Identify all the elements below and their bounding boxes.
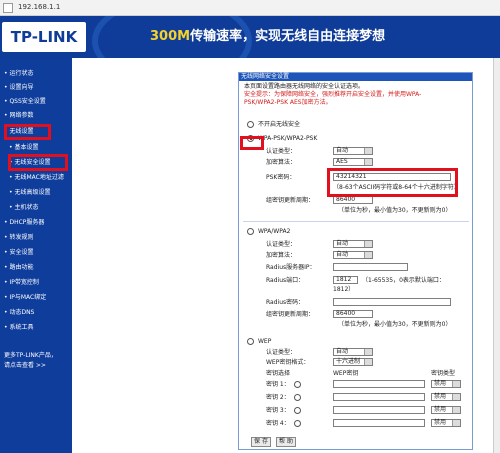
address-bar[interactable]: 192.168.1.1	[0, 0, 500, 16]
wep-format-select[interactable]: 十六进制	[333, 358, 373, 366]
radio-wpa-psk[interactable]	[247, 135, 254, 142]
wpa-port-label: Radius端口：	[266, 277, 305, 284]
label-no-security: 不开启无线安全	[258, 121, 301, 128]
wep-col-type: 密钥类型	[431, 370, 456, 377]
label-wpa-psk: WPA-PSK/WPA2-PSK	[258, 135, 318, 142]
sidebar-item-status[interactable]: • 运行状态	[0, 68, 72, 79]
wpa-port-hint-2: 1812）	[333, 286, 355, 293]
label-wep: WEP	[258, 338, 272, 345]
url-text[interactable]: 192.168.1.1	[18, 2, 60, 13]
radio-wep[interactable]	[247, 338, 254, 345]
sidebar-item-wireless[interactable]: • 无线设置	[0, 126, 72, 137]
wep-key4-input[interactable]	[333, 419, 425, 427]
psk-period-input[interactable]: 86400	[333, 196, 373, 204]
wpa-auth-label: 认证类型：	[266, 241, 297, 248]
wep-key3-radio[interactable]	[294, 407, 301, 414]
wep-key1-type[interactable]: 禁用	[431, 380, 461, 388]
page-icon	[3, 3, 13, 13]
scrollbar[interactable]	[493, 58, 500, 453]
psk-key-hint: （8-63个ASCII码字符或8-64个十六进制字符）	[333, 184, 460, 191]
panel-title: 无线网络安全设置	[239, 73, 472, 81]
intro-text: 本页面设置路由器无线网络的安全认证选项。	[244, 83, 365, 90]
wpa-server-input[interactable]	[333, 263, 408, 271]
psk-period-hint: （单位为秒，最小值为30，不更新则为0）	[338, 207, 452, 214]
wpa-period-hint: （单位为秒，最小值为30，不更新则为0）	[338, 321, 452, 328]
psk-enc-select[interactable]: AES	[333, 158, 373, 166]
psk-period-label: 组密钥更新周期：	[266, 197, 315, 204]
sidebar-item-mac-filter[interactable]: • 无线MAC地址过滤	[0, 172, 72, 183]
wep-key1-radio[interactable]	[294, 381, 301, 388]
header-banner: TP-LINK 300M传输速率，实现无线自由连接梦想	[0, 16, 500, 58]
slogan-text: 传输速率，实现无线自由连接梦想	[190, 29, 386, 44]
sidebar-item-network[interactable]: • 网络参数	[0, 110, 72, 121]
sidebar-item-bandwidth[interactable]: • IP带宽控制	[0, 277, 72, 288]
sidebar-item-security[interactable]: • 安全设置	[0, 247, 72, 258]
psk-key-input[interactable]: 43214321	[333, 173, 451, 181]
wpa-auth-select[interactable]: 自动	[333, 240, 373, 248]
wep-key4-radio[interactable]	[294, 420, 301, 427]
wpa-period-input[interactable]: 86400	[333, 310, 373, 318]
wep-auth-label: 认证类型：	[266, 349, 297, 356]
wep-col-select: 密钥选择	[266, 370, 291, 377]
sidebar-item-ip-mac[interactable]: • IP与MAC绑定	[0, 292, 72, 303]
radio-no-security[interactable]	[247, 121, 254, 128]
sidebar-item-forwarding[interactable]: • 转发规则	[0, 232, 72, 243]
sidebar: • 运行状态 • 设置向导 • QSS安全设置 • 网络参数 • 无线设置 • …	[0, 58, 72, 453]
sidebar-item-advanced[interactable]: • 无线高级设置	[0, 187, 72, 198]
warning-text-1: 安全提示：为保障网络安全，强烈推荐开启安全设置，并使用WPA-	[244, 91, 422, 98]
sidebar-item-wireless-security[interactable]: • 无线安全设置	[0, 157, 72, 168]
wpa-port-input[interactable]: 1812	[333, 276, 358, 284]
wep-format-label: WEP密钥格式：	[266, 359, 310, 366]
wep-col-key: WEP密钥	[333, 370, 359, 377]
divider	[243, 221, 469, 222]
banner-slogan: 300M传输速率，实现无线自由连接梦想	[150, 27, 385, 47]
sidebar-item-routing[interactable]: • 路由功能	[0, 262, 72, 273]
sidebar-item-system[interactable]: • 系统工具	[0, 322, 72, 333]
sidebar-more-link[interactable]: 请点击查看 >>	[0, 360, 72, 371]
wep-key2-label: 密钥 2：	[266, 394, 290, 401]
wep-auth-select[interactable]: 自动	[333, 348, 373, 356]
sidebar-item-wizard[interactable]: • 设置向导	[0, 82, 72, 93]
main-content: 无线网络安全设置 本页面设置路由器无线网络的安全认证选项。 安全提示：为保障网络…	[72, 58, 500, 453]
wep-key2-radio[interactable]	[294, 394, 301, 401]
sidebar-item-ddns[interactable]: • 动态DNS	[0, 307, 72, 318]
psk-enc-label: 加密算法：	[266, 159, 297, 166]
wep-key1-input[interactable]	[333, 380, 425, 388]
label-wpa: WPA/WPA2	[258, 228, 291, 235]
wep-key1-label: 密钥 1：	[266, 381, 290, 388]
psk-key-label: PSK密码：	[266, 174, 296, 181]
radio-wpa[interactable]	[247, 228, 254, 235]
sidebar-item-host-status[interactable]: • 主机状态	[0, 202, 72, 213]
slogan-speed: 300M	[150, 29, 191, 44]
wep-key3-type[interactable]: 禁用	[431, 406, 461, 414]
sidebar-item-qss[interactable]: • QSS安全设置	[0, 96, 72, 107]
psk-auth-label: 认证类型：	[266, 148, 297, 155]
wpa-pass-label: Radius密码：	[266, 299, 305, 306]
wpa-enc-label: 加密算法：	[266, 252, 297, 259]
wep-key3-label: 密钥 3：	[266, 407, 290, 414]
wpa-period-label: 组密钥更新周期：	[266, 311, 315, 318]
sidebar-item-basic[interactable]: • 基本设置	[0, 142, 72, 153]
wpa-server-label: Radius服务器IP：	[266, 264, 316, 271]
wep-key2-type[interactable]: 禁用	[431, 393, 461, 401]
wep-key4-type[interactable]: 禁用	[431, 419, 461, 427]
save-button[interactable]: 保 存	[251, 437, 271, 447]
help-button[interactable]: 帮 助	[276, 437, 296, 447]
wep-key2-input[interactable]	[333, 393, 425, 401]
sidebar-item-dhcp[interactable]: • DHCP服务器	[0, 217, 72, 228]
wep-key4-label: 密钥 4：	[266, 420, 290, 427]
wpa-pass-input[interactable]	[333, 298, 451, 306]
security-panel: 无线网络安全设置 本页面设置路由器无线网络的安全认证选项。 安全提示：为保障网络…	[238, 72, 473, 450]
wpa-port-hint: （1-65535，0表示默认端口：	[362, 277, 445, 284]
psk-auth-select[interactable]: 自动	[333, 147, 373, 155]
wpa-enc-select[interactable]: 自动	[333, 251, 373, 259]
tplink-logo: TP-LINK	[2, 22, 86, 52]
warning-text-2: PSK/WPA2-PSK AES加密方法。	[244, 99, 332, 106]
wep-key3-input[interactable]	[333, 406, 425, 414]
